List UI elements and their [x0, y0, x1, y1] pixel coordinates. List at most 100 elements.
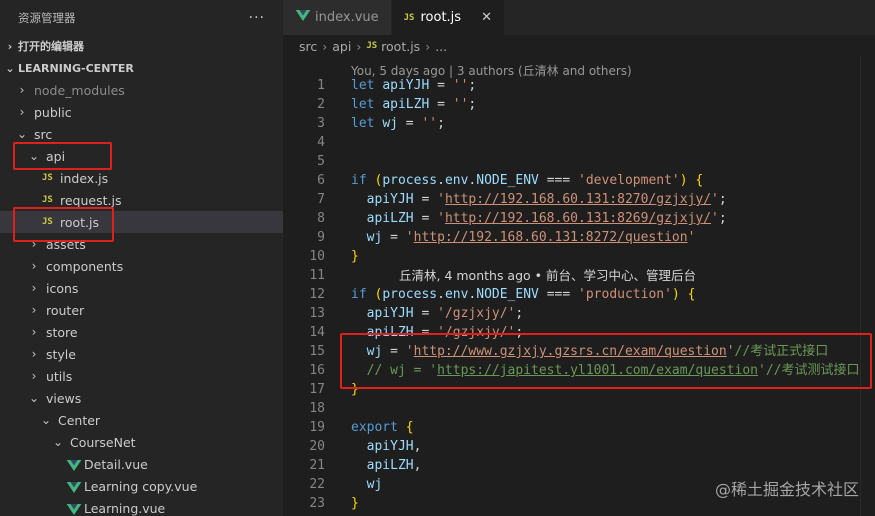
line-number: 21 — [309, 458, 325, 473]
editor-area: index.vue JS root.js ✕ src › api › JS root.js ›..… — [283, 0, 875, 516]
code-line[interactable]: 7 apiYJH = 'http://192.168.60.131:8270/g… — [283, 190, 875, 209]
explorer-title: 资源管理器 — [18, 10, 76, 25]
chevron-right-icon: › — [356, 38, 362, 54]
tree-item-label: utils — [45, 368, 73, 384]
code-line[interactable]: 21 apiLZH, — [283, 456, 875, 475]
open-editors-section[interactable]: › 打开的编辑器 — [0, 35, 283, 57]
chevron-right-icon: › — [31, 281, 37, 295]
tree-item-center[interactable]: ⌄ Center — [0, 409, 283, 431]
tree-item-components[interactable]: › components — [0, 255, 283, 277]
line-number: 7 — [317, 192, 325, 207]
open-editors-label: 打开的编辑器 — [18, 40, 84, 53]
js-file-icon: JS — [42, 173, 53, 183]
tree-item-node-modules[interactable]: › node_modules — [0, 79, 283, 101]
line-number: 2 — [317, 97, 325, 112]
explorer-sidebar: 资源管理器 ··· › 打开的编辑器 ⌄ LEARNING-CENTER › n… — [0, 0, 283, 516]
code-text: } — [351, 249, 359, 264]
chevron-down-icon: ⌄ — [16, 127, 28, 141]
tree-item-index-js[interactable]: JS index.js — [0, 167, 283, 189]
code-line[interactable]: 20 apiYJH, — [283, 437, 875, 456]
code-line[interactable]: 3 let wj = ''; — [283, 114, 875, 133]
code-line[interactable]: 13 apiYJH = '/gzjxjy/'; — [283, 304, 875, 323]
git-blame-annotation: 丘清林, 4 months ago • 前台、学习中心、管理后台 — [399, 268, 696, 283]
line-number: 6 — [317, 173, 325, 188]
tree-item-utils[interactable]: › utils — [0, 365, 283, 387]
tree-item-label: Detail.vue — [84, 456, 148, 472]
code-line[interactable]: 1 let apiYJH = ''; — [283, 76, 875, 95]
vue-file-icon — [66, 459, 82, 471]
code-text: apiLZH, — [366, 458, 422, 473]
breadcrumb-symbols[interactable]: ... — [435, 39, 447, 54]
line-number: 1 — [317, 78, 325, 93]
tree-item-learning-vue[interactable]: Learning.vue — [0, 497, 283, 516]
vue-file-icon — [66, 481, 82, 493]
tree-item-public[interactable]: › public — [0, 101, 283, 123]
highlight-api-folder — [13, 142, 112, 170]
tree-item-coursenet[interactable]: ⌄ CourseNet — [0, 431, 283, 453]
line-number: 20 — [309, 439, 325, 454]
code-text: let apiYJH = ''; — [351, 78, 477, 93]
code-text: wj = 'http://192.168.60.131:8272/questio… — [366, 230, 696, 245]
chevron-right-icon: › — [322, 38, 328, 54]
chevron-down-icon: ⌄ — [28, 391, 40, 405]
tab-root-js[interactable]: JS root.js ✕ — [391, 0, 505, 35]
chevron-down-icon: ⌄ — [5, 61, 15, 75]
editor-scrollbar[interactable] — [860, 57, 875, 516]
line-number: 23 — [309, 496, 325, 511]
code-line[interactable]: 8 apiLZH = 'http://192.168.60.131:8269/g… — [283, 209, 875, 228]
breadcrumb-item[interactable]: api — [332, 39, 351, 54]
chevron-down-icon: ⌄ — [40, 413, 52, 427]
project-section[interactable]: ⌄ LEARNING-CENTER — [0, 57, 283, 79]
code-line[interactable]: 2 let apiLZH = ''; — [283, 95, 875, 114]
code-view[interactable]: 1 let apiYJH = ''; 2 let apiLZH = ''; 3 let w… — [283, 76, 875, 513]
line-number: 3 — [317, 116, 325, 131]
code-line[interactable]: 9 wj = 'http://192.168.60.131:8272/quest… — [283, 228, 875, 247]
chevron-right-icon: › — [31, 347, 37, 361]
project-label: LEARNING-CENTER — [18, 61, 134, 75]
tab-label: root.js — [420, 10, 462, 25]
code-line[interactable]: 12 if (process.env.NODE_ENV === 'producti… — [283, 285, 875, 304]
tree-item-label: CourseNet — [69, 434, 136, 450]
chevron-right-icon: › — [19, 83, 25, 97]
tree-item-views[interactable]: ⌄ views — [0, 387, 283, 409]
code-line[interactable]: 18 — [283, 399, 875, 418]
tab-label: index.vue — [315, 10, 379, 25]
code-text: apiYJH = 'http://192.168.60.131:8270/gzj… — [366, 192, 727, 207]
tree-item-label: index.js — [60, 170, 109, 186]
close-icon[interactable]: ✕ — [481, 10, 492, 25]
tree-item-style[interactable]: › style — [0, 343, 283, 365]
chevron-right-icon: › — [31, 325, 37, 339]
code-line[interactable]: 11 丘清林, 4 months ago • 前台、学习中心、管理后台 — [283, 266, 875, 285]
tree-item-label: store — [45, 324, 78, 340]
code-line[interactable]: 19 export { — [283, 418, 875, 437]
tree-item-label: components — [45, 258, 124, 274]
tree-item-router[interactable]: › router — [0, 299, 283, 321]
code-line[interactable]: 6 if (process.env.NODE_ENV === 'developme… — [283, 171, 875, 190]
tab-index-vue[interactable]: index.vue — [283, 0, 392, 35]
tree-item-label: request.js — [60, 192, 122, 208]
vue-file-icon — [295, 10, 311, 25]
breadcrumb-item[interactable]: src — [299, 39, 317, 54]
chevron-down-icon: ⌄ — [52, 435, 64, 449]
tree-item-detail-vue[interactable]: Detail.vue — [0, 453, 283, 475]
line-number: 22 — [309, 477, 325, 492]
chevron-right-icon: › — [31, 259, 37, 273]
breadcrumb-file[interactable]: root.js — [381, 39, 420, 54]
line-number: 12 — [309, 287, 325, 302]
code-line[interactable]: 10} — [283, 247, 875, 266]
more-actions-icon[interactable]: ··· — [249, 10, 265, 26]
code-line[interactable]: 4 — [283, 133, 875, 152]
line-number: 13 — [309, 306, 325, 321]
vue-file-icon — [66, 503, 82, 515]
tree-item-icons[interactable]: › icons — [0, 277, 283, 299]
js-file-icon: JS — [403, 12, 415, 23]
code-text: let apiLZH = ''; — [351, 97, 477, 112]
tab-bar: index.vue JS root.js ✕ — [283, 0, 875, 35]
vscode-window: 资源管理器 ··· › 打开的编辑器 ⌄ LEARNING-CENTER › n… — [0, 0, 875, 516]
line-number: 10 — [309, 249, 325, 264]
code-line[interactable]: 5 — [283, 152, 875, 171]
tree-item-store[interactable]: › store — [0, 321, 283, 343]
tree-item-learning-copy-vue[interactable]: Learning copy.vue — [0, 475, 283, 497]
code-text: if (process.env.NODE_ENV === 'developmen… — [351, 173, 704, 188]
highlight-wj-lines — [340, 333, 872, 389]
